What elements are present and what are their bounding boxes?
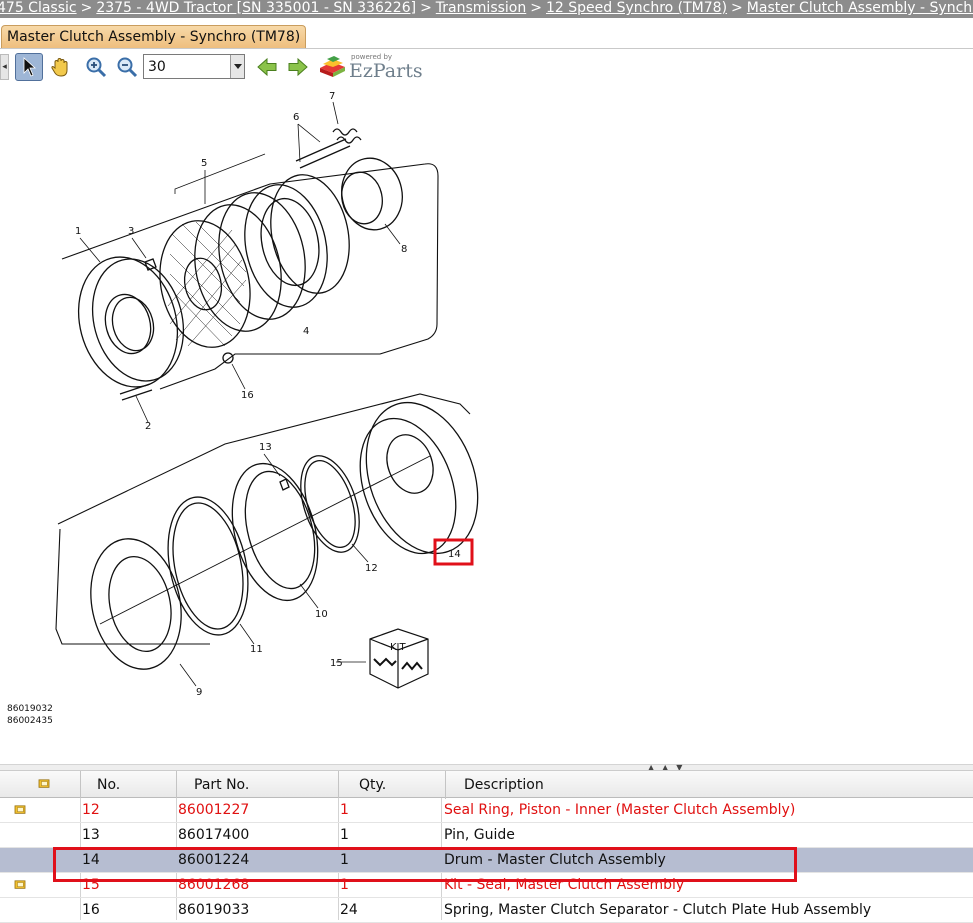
column-header-qty[interactable]: Qty.	[338, 771, 445, 799]
zoom-in-button[interactable]	[82, 53, 110, 81]
parts-table: No. Part No. Qty. Description 12 8600122…	[0, 770, 973, 923]
callout-1[interactable]: 1	[75, 226, 81, 237]
column-header-no[interactable]: No.	[80, 771, 176, 799]
document-icon[interactable]	[13, 880, 27, 890]
cell-part-no: 86019033	[178, 902, 250, 918]
exploded-parts-diagram[interactable]: KIT 1 2 3 4 5 6 7 8 9 10 11 12 13 14 15 …	[0, 84, 973, 764]
cell-no: 13	[82, 827, 100, 843]
zoom-in-icon	[86, 57, 107, 78]
callout-13[interactable]: 13	[259, 442, 272, 453]
callout-12[interactable]: 12	[365, 563, 378, 574]
next-button[interactable]	[284, 53, 312, 81]
diagram-code-2: 86002435	[7, 716, 53, 726]
cell-qty: 1	[340, 802, 349, 818]
breadcrumb-separator: >	[80, 0, 93, 16]
cell-part-no: 86017400	[178, 827, 250, 843]
zoom-level-select[interactable]: 30	[143, 54, 245, 79]
cell-no: 16	[82, 902, 100, 918]
callout-6[interactable]: 6	[293, 112, 299, 123]
table-row[interactable]: 12 86001227 1 Seal Ring, Piston - Inner …	[0, 798, 973, 823]
kit-label: KIT	[390, 642, 407, 653]
callout-7[interactable]: 7	[329, 91, 335, 102]
ezparts-logo-icon	[320, 56, 345, 77]
breadcrumb-link-clutch[interactable]: Master Clutch Assembly - Synchro (TM78)	[747, 0, 973, 16]
cell-description: Seal Ring, Piston - Inner (Master Clutch…	[444, 802, 796, 818]
cell-qty: 24	[340, 902, 358, 918]
callout-9[interactable]: 9	[196, 687, 202, 698]
zoom-out-icon	[117, 57, 138, 78]
tab-underline	[0, 48, 973, 49]
breadcrumb-link-tractor[interactable]: 2375 - 4WD Tractor [SN 335001 - SN 33622…	[96, 0, 416, 16]
tab-master-clutch[interactable]: Master Clutch Assembly - Synchro (TM78)	[1, 25, 307, 49]
callout-8[interactable]: 8	[401, 244, 407, 255]
callout-10[interactable]: 10	[315, 609, 328, 620]
breadcrumb-separator: >	[731, 0, 743, 16]
column-header-description[interactable]: Description	[445, 771, 973, 799]
callout-15[interactable]: 15	[330, 658, 343, 669]
hand-pan-icon	[51, 57, 68, 77]
document-icon[interactable]	[13, 805, 27, 815]
breadcrumb-separator: >	[530, 0, 542, 16]
logo-name: EzParts	[349, 60, 423, 82]
cell-description: Pin, Guide	[444, 827, 515, 843]
chevron-down-icon[interactable]	[230, 55, 244, 78]
breadcrumb: 475 Classic >2375 - 4WD Tractor [SN 33500…	[0, 0, 973, 18]
selected-row-highlight	[53, 847, 797, 882]
callout-14[interactable]: 14	[448, 549, 461, 560]
cell-no: 12	[82, 802, 100, 818]
breadcrumb-link-model[interactable]: 475 Classic	[0, 0, 77, 16]
diagram-code-1: 86019032	[7, 704, 53, 714]
arrow-back-icon	[257, 57, 277, 77]
tab-strip: Master Clutch Assembly - Synchro (TM78)	[0, 18, 973, 50]
ezparts-logo: powered by EzParts	[318, 53, 428, 82]
callout-2[interactable]: 2	[145, 421, 151, 432]
document-icon	[38, 779, 50, 788]
cell-qty: 1	[340, 827, 349, 843]
breadcrumb-separator: >	[420, 0, 432, 16]
viewer-toolbar: ◂ 30 powered by EzParts	[0, 50, 973, 84]
callout-5[interactable]: 5	[201, 158, 207, 169]
table-header: No. Part No. Qty. Description	[0, 770, 973, 799]
zoom-out-button[interactable]	[113, 53, 141, 81]
pointer-icon	[23, 57, 37, 77]
arrow-forward-icon	[288, 57, 308, 77]
table-row[interactable]: 16 86019033 24 Spring, Master Clutch Sep…	[0, 898, 973, 923]
callout-4[interactable]: 4	[303, 326, 309, 337]
previous-button[interactable]	[253, 53, 281, 81]
breadcrumb-link-transmission[interactable]: Transmission	[436, 0, 526, 16]
column-header-part-no[interactable]: Part No.	[176, 771, 338, 799]
table-row[interactable]: 13 86017400 1 Pin, Guide	[0, 823, 973, 848]
cell-description: Spring, Master Clutch Separator - Clutch…	[444, 902, 872, 918]
callout-16[interactable]: 16	[241, 390, 254, 401]
scroll-left-icon[interactable]: ◂	[0, 54, 9, 80]
cell-part-no: 86001227	[178, 802, 250, 818]
pan-tool-button[interactable]	[46, 53, 74, 81]
callout-3[interactable]: 3	[128, 226, 134, 237]
breadcrumb-link-synchro[interactable]: 12 Speed Synchro (TM78)	[546, 0, 727, 16]
zoom-level-value: 30	[148, 59, 166, 75]
callout-11[interactable]: 11	[250, 644, 263, 655]
pointer-tool-button[interactable]	[15, 53, 43, 81]
